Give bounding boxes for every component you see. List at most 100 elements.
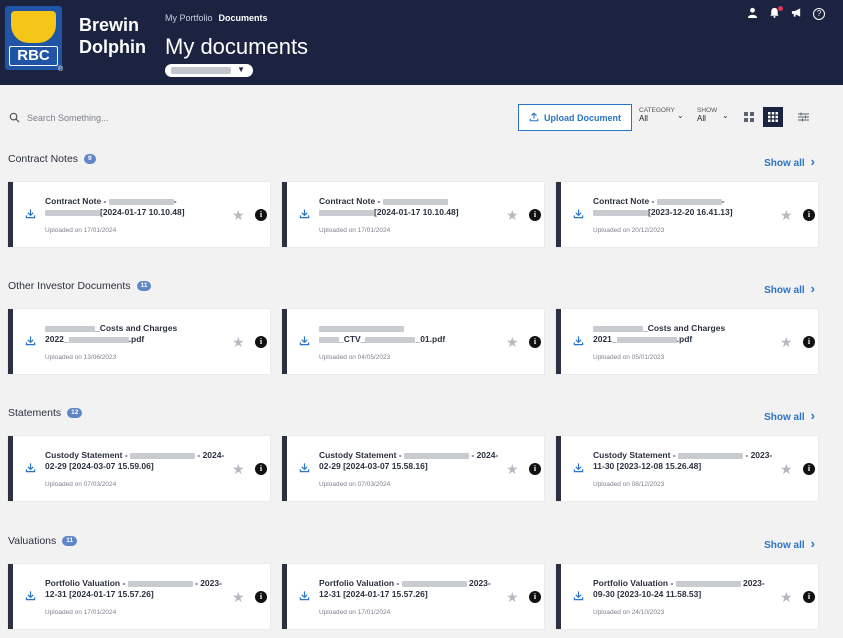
document-card[interactable]: Custody Statement - - 2024- 02-29 [2024-0… xyxy=(282,436,544,501)
download-icon[interactable] xyxy=(573,208,584,222)
download-icon[interactable] xyxy=(299,335,310,349)
document-title[interactable]: Contract Note - - [2023-12-20 16.41.13] xyxy=(593,196,773,218)
large-grid-view-button[interactable] xyxy=(739,107,759,127)
uploaded-date: Uploaded on 05/01/2023 xyxy=(593,354,665,361)
document-card[interactable]: _Costs and Charges 2022_ .pdf Uploaded on 1… xyxy=(8,309,270,374)
download-icon[interactable] xyxy=(25,335,36,349)
document-card[interactable]: _Costs and Charges 2021_ .pdf Uploaded on 0… xyxy=(556,309,818,374)
document-card[interactable]: _CTV_ _01.pdf Uploaded on 04/05/2023 ★ i xyxy=(282,309,544,374)
document-card[interactable]: Portfolio Valuation - 2023- 09-30 [2023-1… xyxy=(556,564,818,629)
document-card[interactable]: Portfolio Valuation - - 2023- 12-31 [2024… xyxy=(8,564,270,629)
document-title[interactable]: Custody Statement - - 2024- 02-29 [2024-0… xyxy=(45,450,225,472)
star-icon[interactable]: ★ xyxy=(232,461,245,478)
download-icon[interactable] xyxy=(299,462,310,476)
star-icon[interactable]: ★ xyxy=(506,207,519,224)
info-icon[interactable]: i xyxy=(255,336,267,348)
download-icon[interactable] xyxy=(573,462,584,476)
account-selector[interactable]: ▼ xyxy=(165,64,253,77)
star-icon[interactable]: ★ xyxy=(780,589,793,606)
document-card[interactable]: Custody Statement - - 2024- 02-29 [2024-0… xyxy=(8,436,270,501)
show-all-link[interactable]: Show all › xyxy=(764,536,815,551)
section-title: Statements xyxy=(8,407,62,419)
search-icon xyxy=(9,112,20,126)
document-title-part: Contract Note - xyxy=(319,196,383,206)
star-icon[interactable]: ★ xyxy=(506,334,519,351)
chevron-down-icon: ▼ xyxy=(237,65,245,74)
breadcrumb-parent[interactable]: My Portfolio xyxy=(165,13,213,23)
show-filter[interactable]: SHOW All ⌄ xyxy=(697,107,733,123)
info-icon[interactable]: i xyxy=(803,336,815,348)
brand-line-2: Dolphin xyxy=(79,37,146,57)
upload-document-button[interactable]: Upload Document xyxy=(518,104,632,131)
count-badge: 12 xyxy=(67,408,83,418)
star-icon[interactable]: ★ xyxy=(232,334,245,351)
breadcrumb-current: Documents xyxy=(218,13,268,23)
download-icon[interactable] xyxy=(573,590,584,604)
document-title-line-1: _Costs and Charges xyxy=(45,323,225,334)
chevron-right-icon: › xyxy=(810,536,815,551)
document-title[interactable]: Custody Statement - - 2023- 11-30 [2023-1… xyxy=(593,450,773,472)
document-title[interactable]: Custody Statement - - 2024- 02-29 [2024-0… xyxy=(319,450,499,472)
download-icon[interactable] xyxy=(25,462,36,476)
document-card[interactable]: Contract Note - - [2023-12-20 16.41.13] Up… xyxy=(556,182,818,247)
page-title: My documents xyxy=(165,34,309,59)
info-icon[interactable]: i xyxy=(803,463,815,475)
chevron-right-icon: › xyxy=(810,154,815,169)
breadcrumb: My Portfolio Documents xyxy=(165,13,268,23)
info-icon[interactable]: i xyxy=(529,591,541,603)
star-icon[interactable]: ★ xyxy=(780,334,793,351)
document-title-part: _01.pdf xyxy=(415,334,446,344)
document-title-part: 2021_ xyxy=(593,334,617,344)
document-title-part: - xyxy=(721,196,725,206)
document-card[interactable]: Contract Note - [2024-01-17 10.10.48] Upl… xyxy=(282,182,544,247)
document-title[interactable]: Portfolio Valuation - 2023- 12-31 [2024-0… xyxy=(319,578,499,600)
star-icon[interactable]: ★ xyxy=(232,207,245,224)
small-grid-view-button[interactable] xyxy=(763,107,783,127)
document-title[interactable]: Portfolio Valuation - 2023- 09-30 [2023-1… xyxy=(593,578,773,600)
megaphone-icon[interactable] xyxy=(791,7,802,21)
star-icon[interactable]: ★ xyxy=(780,207,793,224)
info-icon[interactable]: i xyxy=(803,209,815,221)
redacted-text xyxy=(365,336,416,343)
filter-settings-button[interactable] xyxy=(793,107,813,127)
show-all-link[interactable]: Show all › xyxy=(764,154,815,169)
document-title[interactable]: _Costs and Charges 2021_ .pdf xyxy=(593,323,773,345)
star-icon[interactable]: ★ xyxy=(506,461,519,478)
rbc-logo[interactable]: RBC xyxy=(5,6,62,70)
document-title[interactable]: Contract Note - [2024-01-17 10.10.48] xyxy=(319,196,499,218)
download-icon[interactable] xyxy=(299,208,310,222)
show-all-link[interactable]: Show all › xyxy=(764,408,815,423)
search-input[interactable] xyxy=(27,110,227,126)
info-icon[interactable]: i xyxy=(255,209,267,221)
info-icon[interactable]: i xyxy=(255,463,267,475)
document-title[interactable]: Contract Note - - [2024-01-17 10.10.48] xyxy=(45,196,225,218)
uploaded-date: Uploaded on 17/01/2024 xyxy=(319,609,391,616)
document-title-line-2: _CTV_ _01.pdf xyxy=(319,334,499,345)
info-icon[interactable]: i xyxy=(529,463,541,475)
star-icon[interactable]: ★ xyxy=(506,589,519,606)
info-icon[interactable]: i xyxy=(529,336,541,348)
document-title[interactable]: Portfolio Valuation - - 2023- 12-31 [2024… xyxy=(45,578,225,600)
uploaded-date: Uploaded on 07/03/2024 xyxy=(319,481,391,488)
download-icon[interactable] xyxy=(299,590,310,604)
document-title[interactable]: _Costs and Charges 2022_ .pdf xyxy=(45,323,225,345)
document-card[interactable]: Custody Statement - - 2023- 11-30 [2023-1… xyxy=(556,436,818,501)
bell-icon[interactable] xyxy=(769,6,783,21)
help-icon[interactable]: ? xyxy=(813,8,825,20)
document-title[interactable]: _CTV_ _01.pdf xyxy=(319,323,499,345)
star-icon[interactable]: ★ xyxy=(780,461,793,478)
star-icon[interactable]: ★ xyxy=(232,589,245,606)
show-all-link[interactable]: Show all › xyxy=(764,281,815,296)
download-icon[interactable] xyxy=(25,208,36,222)
user-icon[interactable] xyxy=(747,7,758,21)
document-card[interactable]: Portfolio Valuation - 2023- 12-31 [2024-0… xyxy=(282,564,544,629)
info-icon[interactable]: i xyxy=(529,209,541,221)
document-card[interactable]: Contract Note - - [2024-01-17 10.10.48] Up… xyxy=(8,182,270,247)
account-name-redacted xyxy=(171,67,231,74)
category-filter[interactable]: CATEGORY All ⌄ xyxy=(639,107,689,123)
download-icon[interactable] xyxy=(573,335,584,349)
document-title-line-2: 12-31 [2024-01-17 15.57.26] xyxy=(319,589,499,600)
download-icon[interactable] xyxy=(25,590,36,604)
info-icon[interactable]: i xyxy=(255,591,267,603)
info-icon[interactable]: i xyxy=(803,591,815,603)
